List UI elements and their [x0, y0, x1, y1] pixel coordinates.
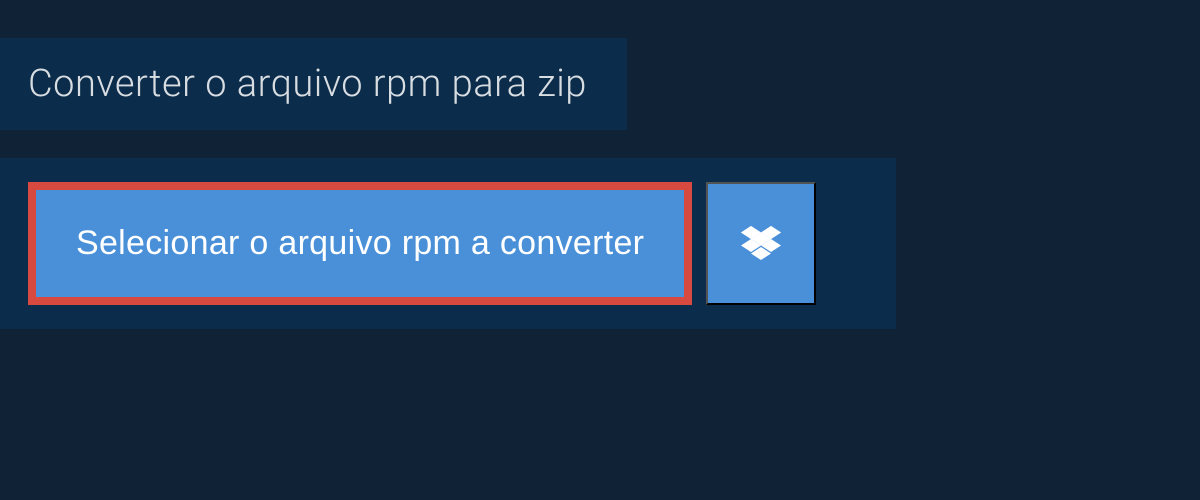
- upload-panel: Selecionar o arquivo rpm a converter: [0, 158, 896, 329]
- page-title: Converter o arquivo rpm para zip: [28, 62, 587, 106]
- select-file-button[interactable]: Selecionar o arquivo rpm a converter: [28, 182, 692, 305]
- dropbox-icon: [741, 226, 781, 262]
- dropbox-button[interactable]: [706, 182, 816, 305]
- button-row: Selecionar o arquivo rpm a converter: [28, 182, 868, 305]
- header-tab: Converter o arquivo rpm para zip: [0, 38, 627, 130]
